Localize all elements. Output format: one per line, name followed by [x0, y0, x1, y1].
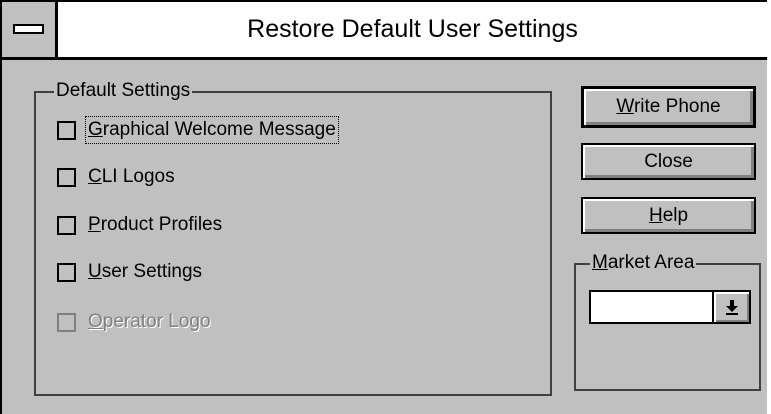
option-cli-logos[interactable]: CLI Logos [57, 162, 175, 192]
default-settings-group-label: Default Settings [54, 80, 193, 101]
system-menu-button[interactable] [2, 2, 58, 57]
market-area-dropdown[interactable] [589, 290, 751, 324]
option-label: CLI Logos [88, 166, 175, 187]
market-area-selected-value [595, 292, 709, 322]
market-area-group: Market Area [574, 253, 761, 391]
option-label: User Settings [88, 261, 203, 282]
dialog-window: Restore Default User Settings Default Se… [0, 0, 767, 414]
checkbox[interactable] [57, 215, 76, 235]
option-label: Product Profiles [88, 214, 223, 235]
option-user-settings[interactable]: User Settings [57, 257, 202, 287]
checkbox[interactable] [57, 262, 76, 282]
system-menu-icon [13, 24, 44, 34]
option-graphical-welcome-message[interactable]: Graphical Welcome Message [57, 115, 339, 145]
option-label: Operator Logo [88, 311, 211, 332]
checkbox[interactable] [57, 167, 76, 187]
dropdown-arrow-icon [725, 300, 738, 315]
checkbox [57, 312, 76, 332]
option-operator-logo: Operator Logo [57, 307, 211, 337]
help-button[interactable]: Help [581, 197, 756, 234]
checkbox[interactable] [57, 120, 76, 140]
option-label: Graphical Welcome Message [85, 116, 339, 144]
title-bar[interactable]: Restore Default User Settings [2, 2, 767, 60]
window-title: Restore Default User Settings [247, 15, 578, 43]
option-product-profiles[interactable]: Product Profiles [57, 210, 222, 240]
write-phone-button[interactable]: Write Phone [581, 86, 756, 128]
close-button[interactable]: Close [581, 143, 756, 180]
dropdown-arrow-button[interactable] [712, 292, 749, 322]
market-area-label: Market Area [590, 252, 697, 273]
